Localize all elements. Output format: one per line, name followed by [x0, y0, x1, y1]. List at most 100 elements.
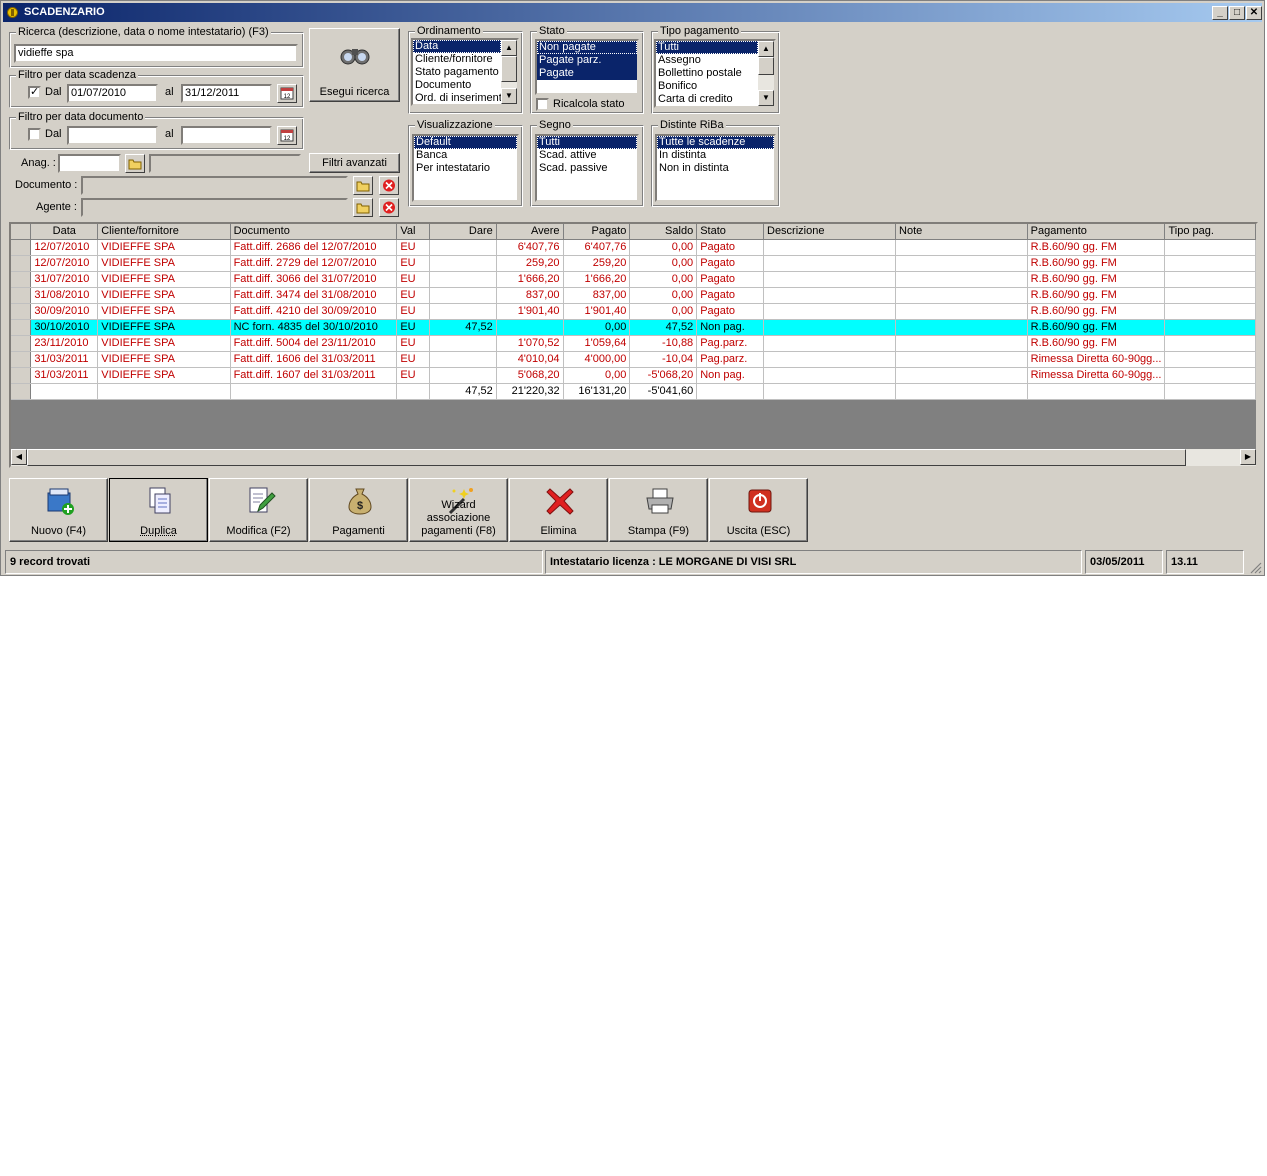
table-row[interactable]: 31/03/2011 VIDIEFFE SPA Fatt.diff. 1606 de… [11, 351, 1256, 368]
column-header[interactable]: Stato [696, 224, 764, 240]
scroll-thumb[interactable] [501, 56, 517, 82]
segno-option[interactable]: Scad. attive [537, 149, 637, 162]
column-header[interactable]: Val [396, 224, 431, 240]
ordinamento-option[interactable]: Documento [413, 79, 501, 92]
filtri-avanzati-button[interactable]: Filtri avanzati [309, 153, 400, 173]
tipo-pagamento-list[interactable]: Tutti Assegno Bollettino postale Bonifico Ca… [654, 39, 776, 108]
close-button[interactable]: ✕ [1246, 6, 1262, 20]
column-header[interactable]: Cliente/fornitore [97, 224, 231, 240]
table-row[interactable]: 23/11/2010 VIDIEFFE SPA Fatt.diff. 5004 de… [11, 335, 1256, 352]
scroll-thumb[interactable] [758, 57, 774, 75]
row-indicator[interactable] [11, 239, 32, 256]
resize-grip-icon[interactable] [1249, 561, 1262, 574]
calendar-scadenza-button[interactable]: 12 [277, 84, 297, 103]
minimize-button[interactable]: _ [1212, 6, 1228, 20]
table-row[interactable]: 31/07/2010 VIDIEFFE SPA Fatt.diff. 3066 de… [11, 271, 1256, 288]
tipo-pagamento-option[interactable]: Bollettino postale [656, 67, 758, 80]
row-indicator[interactable] [11, 287, 32, 304]
maximize-button[interactable]: □ [1229, 6, 1245, 20]
stato-list[interactable]: Non pagate Pagate parz. Pagate [535, 39, 639, 95]
tipo-pagamento-scrollbar[interactable]: ▲ ▼ [758, 41, 774, 106]
column-header[interactable]: Descrizione [763, 224, 897, 240]
visualizzazione-option[interactable]: Default [414, 136, 517, 149]
segno-option[interactable]: Tutti [537, 136, 637, 149]
stampa-button[interactable]: Stampa (F9) [609, 478, 708, 542]
column-header[interactable]: Note [895, 224, 1028, 240]
calendar-documento-button[interactable]: 12 [277, 126, 297, 145]
column-header[interactable]: Documento [230, 224, 398, 240]
scroll-right-arrow[interactable]: ▶ [1240, 449, 1256, 465]
scroll-down-arrow[interactable]: ▼ [758, 90, 774, 106]
scadenze-grid[interactable]: Data Cliente/fornitore Documento Val Dare Ave… [9, 222, 1258, 468]
row-indicator[interactable] [11, 351, 32, 368]
distinte-riba-option[interactable]: Tutte le scadenze [657, 136, 774, 149]
duplica-button[interactable]: Duplica [109, 478, 208, 542]
filter-scadenza-from-input[interactable]: 01/07/2010 [67, 84, 158, 103]
row-indicator[interactable] [11, 303, 32, 320]
pagamenti-button[interactable]: $ Pagamenti [309, 478, 408, 542]
ordinamento-option[interactable]: Ord. di inserimento [413, 92, 508, 104]
row-indicator[interactable] [11, 319, 32, 336]
visualizzazione-option[interactable]: Per intestatario [414, 162, 517, 175]
distinte-riba-option[interactable]: Non in distinta [657, 162, 774, 175]
tipo-pagamento-option[interactable]: Carta di credito [656, 93, 758, 106]
scroll-left-arrow[interactable]: ◀ [11, 449, 27, 465]
stato-option[interactable]: Pagate parz. [537, 54, 637, 67]
filter-scadenza-to-input[interactable]: 31/12/2011 [181, 84, 272, 103]
row-indicator[interactable] [11, 383, 32, 400]
table-row[interactable]: 12/07/2010 VIDIEFFE SPA Fatt.diff. 2686 de… [11, 239, 1256, 256]
distinte-riba-list[interactable]: Tutte le scadenze In distinta Non in disti… [655, 134, 776, 202]
column-header[interactable]: Dare [429, 224, 497, 240]
column-header[interactable]: Data [30, 224, 99, 240]
column-header[interactable]: Pagamento [1027, 224, 1166, 240]
table-row[interactable]: 12/07/2010 VIDIEFFE SPA Fatt.diff. 2729 de… [11, 255, 1256, 272]
title-bar[interactable]: SCADENZARIO _ □ ✕ [3, 3, 1262, 22]
uscita-button[interactable]: Uscita (ESC) [709, 478, 808, 542]
agente-browse-button[interactable] [353, 198, 373, 217]
ricalcola-stato-checkbox[interactable] [536, 98, 549, 111]
column-header[interactable]: Pagato [563, 224, 631, 240]
stato-option[interactable]: Pagate [537, 67, 637, 80]
row-indicator[interactable] [11, 335, 32, 352]
nuovo-button[interactable]: Nuovo (F4) [9, 478, 108, 542]
filter-scadenza-checkbox[interactable]: ✓ [28, 86, 41, 99]
distinte-riba-option[interactable]: In distinta [657, 149, 774, 162]
segno-list[interactable]: Tutti Scad. attive Scad. passive [535, 134, 639, 202]
agente-clear-button[interactable] [379, 198, 399, 217]
visualizzazione-list[interactable]: Default Banca Per intestatario [412, 134, 519, 202]
segno-option[interactable]: Scad. passive [537, 162, 637, 175]
scroll-thumb[interactable] [27, 449, 1186, 466]
tipo-pagamento-option[interactable]: Assegno [656, 54, 758, 67]
table-row[interactable]: 31/03/2011 VIDIEFFE SPA Fatt.diff. 1607 de… [11, 367, 1256, 384]
anag-browse-button[interactable] [125, 154, 145, 173]
column-header[interactable]: Tipo pag. [1164, 224, 1256, 240]
row-indicator[interactable] [11, 255, 32, 272]
table-row[interactable]: 30/10/2010 VIDIEFFE SPA NC forn. 4835 del … [11, 319, 1256, 336]
tipo-pagamento-option[interactable]: Bonifico [656, 80, 758, 93]
column-header[interactable]: Saldo [629, 224, 698, 240]
modifica-button[interactable]: Modifica (F2) [209, 478, 308, 542]
ordinamento-list[interactable]: Data Cliente/fornitore Stato pagamento Docu… [411, 38, 519, 106]
scroll-down-arrow[interactable]: ▼ [501, 88, 517, 104]
filter-documento-checkbox[interactable] [28, 128, 41, 141]
row-indicator[interactable] [11, 271, 32, 288]
documento-browse-button[interactable] [353, 176, 373, 195]
scroll-up-arrow[interactable]: ▲ [501, 40, 517, 56]
filter-documento-from-input[interactable] [67, 126, 158, 145]
totals-row[interactable]: 47,52 21'220,32 16'131,20 -5'041,60 [11, 383, 1256, 400]
table-row[interactable]: 30/09/2010 VIDIEFFE SPA Fatt.diff. 4210 de… [11, 303, 1256, 320]
anag-code-input[interactable] [58, 154, 121, 173]
documento-clear-button[interactable] [379, 176, 399, 195]
column-header[interactable]: Avere [496, 224, 564, 240]
ordinamento-option[interactable]: Data [413, 40, 501, 53]
stato-option[interactable]: Non pagate [537, 41, 637, 54]
scroll-up-arrow[interactable]: ▲ [758, 41, 774, 57]
wizard-button[interactable]: Wizard associazione pagamenti (F8) [409, 478, 508, 542]
search-input[interactable]: vidieffe spa [14, 44, 298, 63]
esegui-ricerca-button[interactable]: Esegui ricerca [309, 28, 400, 102]
filter-documento-to-input[interactable] [181, 126, 272, 145]
elimina-button[interactable]: Elimina [509, 478, 608, 542]
row-indicator[interactable] [11, 367, 32, 384]
ordinamento-option[interactable]: Stato pagamento [413, 66, 501, 79]
table-row[interactable]: 31/08/2010 VIDIEFFE SPA Fatt.diff. 3474 de… [11, 287, 1256, 304]
